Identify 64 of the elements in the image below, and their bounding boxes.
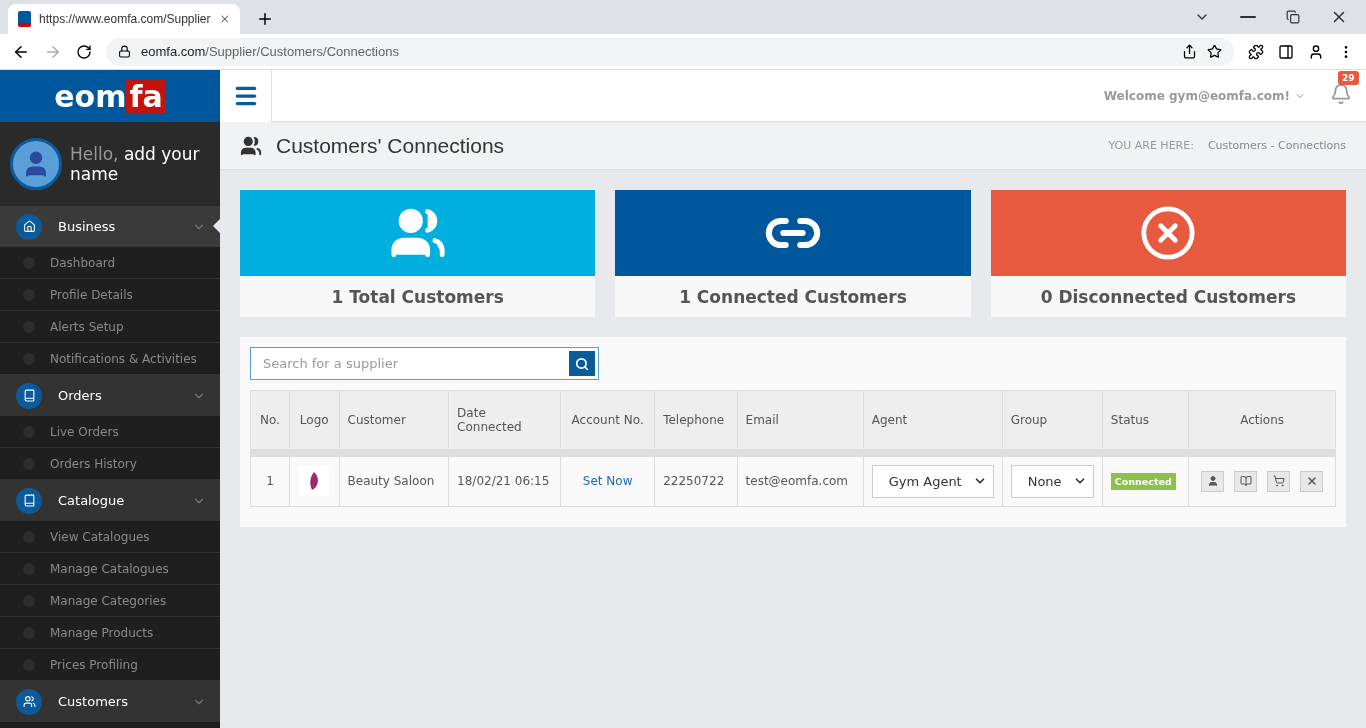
address-bar[interactable]: eomfa.com/Supplier/Customers/Connections bbox=[106, 37, 1234, 66]
person-icon bbox=[1206, 475, 1219, 488]
url-host: eomfa.com bbox=[141, 44, 206, 59]
bell-icon bbox=[1330, 82, 1352, 105]
status-badge: Connected bbox=[1110, 473, 1176, 491]
home-icon bbox=[22, 220, 36, 233]
welcome-menu[interactable]: Welcome gym@eomfa.com! bbox=[1103, 88, 1306, 103]
sidebar-item[interactable]: Profile Details bbox=[0, 279, 220, 311]
agent-select[interactable]: Gym Agent bbox=[871, 464, 994, 498]
tab-title: https://www.eomfa.com/Supplier bbox=[39, 12, 211, 26]
close-icon bbox=[1305, 475, 1318, 488]
lock-icon bbox=[118, 45, 131, 58]
sidebar-item[interactable]: Manage Categories bbox=[0, 585, 220, 617]
sidebar-item[interactable]: Manage Catalogues bbox=[0, 553, 220, 585]
search-button[interactable] bbox=[569, 351, 595, 376]
new-tab-icon bbox=[256, 10, 274, 28]
stat-label: 1 Total Customers bbox=[330, 285, 505, 309]
sidebar-item[interactable]: Live Orders bbox=[0, 416, 220, 448]
search-icon bbox=[575, 356, 589, 371]
restore-icon bbox=[1286, 10, 1300, 24]
remove-button[interactable] bbox=[1300, 470, 1324, 492]
avatar bbox=[10, 138, 62, 190]
group-select[interactable]: None bbox=[1010, 464, 1094, 498]
notification-badge: 29 bbox=[1338, 70, 1359, 85]
favicon-icon bbox=[18, 11, 32, 27]
person-icon bbox=[1308, 43, 1324, 60]
sidebar-item[interactable]: Dashboard bbox=[0, 247, 220, 279]
sidebar-section[interactable]: Business bbox=[0, 206, 220, 247]
sidebar-section[interactable]: Orders bbox=[0, 375, 220, 416]
sidebar-section[interactable]: Customers bbox=[0, 681, 220, 722]
share-icon bbox=[1182, 44, 1197, 59]
breadcrumb-label: YOU ARE HERE: bbox=[1108, 139, 1194, 152]
sidebar-item[interactable]: Alerts Setup bbox=[0, 311, 220, 343]
book-icon bbox=[22, 494, 36, 507]
close-icon bbox=[218, 12, 230, 26]
book-icon bbox=[22, 389, 36, 402]
cart-button[interactable] bbox=[1267, 470, 1291, 492]
search-field[interactable]: Search for a supplier bbox=[250, 347, 599, 380]
users-icon bbox=[240, 134, 262, 157]
star-icon bbox=[1207, 44, 1222, 59]
customer-logo bbox=[299, 466, 330, 497]
breadcrumb[interactable]: Customers - Connections bbox=[1207, 139, 1346, 152]
stat-label: 1 Connected Customers bbox=[678, 285, 908, 309]
url-path: /Supplier/Customers/Connections bbox=[205, 44, 399, 59]
puzzle-icon bbox=[1248, 43, 1264, 60]
sidebar-item[interactable]: Manage Products bbox=[0, 617, 220, 649]
sidebar-section[interactable]: Catalogue bbox=[0, 480, 220, 521]
reload-icon bbox=[76, 43, 92, 60]
page-title: Customers' Connections bbox=[276, 133, 505, 158]
cart-icon bbox=[1272, 475, 1285, 488]
side-panel-icon bbox=[1278, 43, 1294, 60]
browser-tab[interactable]: https://www.eomfa.com/Supplier bbox=[8, 4, 240, 34]
catalogue-button[interactable] bbox=[1234, 470, 1258, 492]
sidebar-item[interactable]: View Catalogues bbox=[0, 521, 220, 553]
menu-button[interactable] bbox=[220, 69, 272, 122]
logo: eomfa bbox=[0, 70, 220, 122]
greeting: Hello, add your name bbox=[70, 144, 201, 184]
users-icon bbox=[22, 695, 36, 708]
minimize-icon bbox=[1240, 16, 1256, 18]
stat-label: 0 Disconnected Customers bbox=[1039, 285, 1297, 309]
set-now-link[interactable]: Set Now bbox=[582, 474, 633, 489]
circle-cross-icon bbox=[1139, 204, 1198, 262]
profile-button[interactable] bbox=[1201, 470, 1225, 492]
book-icon bbox=[1239, 475, 1252, 488]
